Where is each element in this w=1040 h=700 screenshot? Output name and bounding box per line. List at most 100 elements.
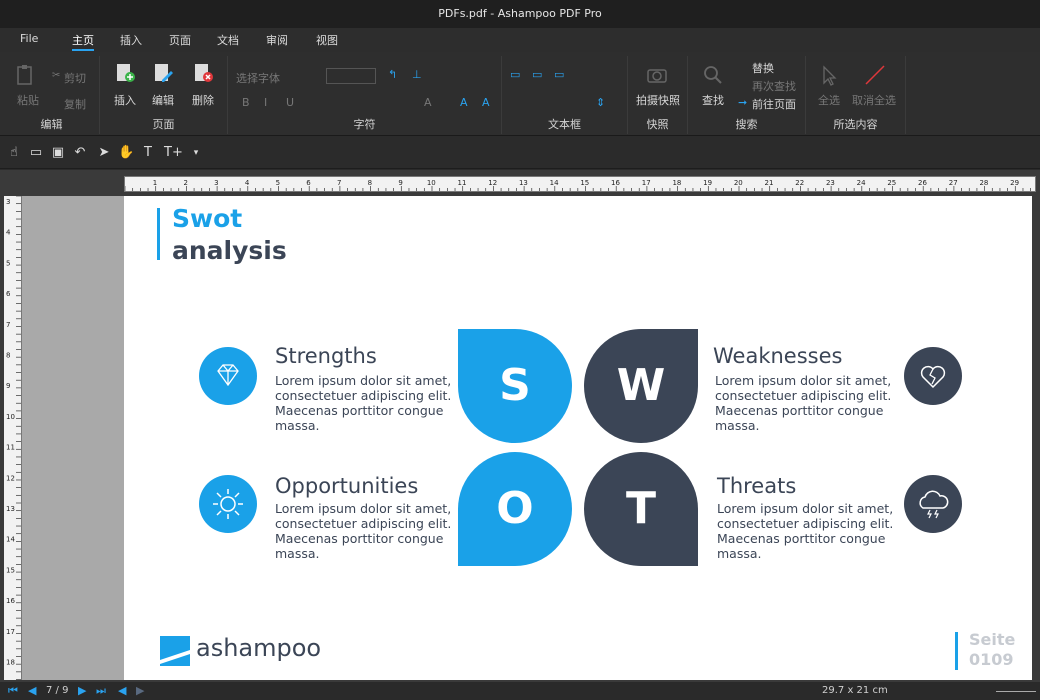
last-page-icon[interactable]: ⏭ (96, 684, 106, 698)
horizontal-ruler: 1 2 3 4 5 6 7 8 9 10 11 12 13 14 15 16 17 18 19 20 21 22 23 24 2… (124, 176, 1036, 192)
ruler-label: 14 (6, 536, 15, 544)
italic-icon[interactable]: I (264, 96, 267, 109)
swot-petal-o: O (458, 452, 572, 566)
ruler-label: 7 (337, 179, 341, 187)
goto-page-button[interactable]: 前往页面 (752, 96, 796, 112)
group-textbox: ▭ ▭ ▭ ⇕ 文本框 (502, 56, 628, 134)
find-button[interactable]: 查找 (702, 92, 724, 108)
insert-page-icon (117, 64, 135, 82)
superscript-icon[interactable]: A (460, 96, 468, 109)
hand-pointer-icon[interactable]: ☝ (6, 145, 22, 161)
weaknesses-title: Weaknesses (713, 344, 843, 368)
vertical-align-icon[interactable]: ⇕ (596, 96, 605, 109)
menu-view[interactable]: 视图 (316, 32, 338, 48)
back-icon[interactable]: ◀ (118, 684, 126, 697)
more-tools-icon[interactable]: ▾ (188, 145, 204, 161)
ruler-label: 24 (857, 179, 866, 187)
delete-page-icon (195, 64, 213, 82)
title-accent-bar (157, 208, 160, 260)
pdf-page[interactable]: Swot analysis Strengths Lorem ipsum dolo… (124, 196, 1032, 680)
swot-petal-t: T (584, 452, 698, 566)
edit-button[interactable]: 编辑 (152, 92, 174, 108)
font-size-input[interactable] (326, 68, 376, 84)
next-page-icon[interactable]: ▶ (78, 684, 86, 697)
ruler-label: 13 (519, 179, 528, 187)
ruler-label: 23 (826, 179, 835, 187)
ruler-label: 11 (6, 444, 15, 452)
add-text-icon[interactable]: T+ (164, 145, 183, 161)
find-next-button[interactable]: 再次查找 (752, 78, 796, 94)
replace-button[interactable]: 替换 (752, 60, 774, 76)
edit-page-icon (155, 64, 173, 82)
pan-hand-icon[interactable]: ✋ (118, 145, 134, 161)
ruler-label: 18 (6, 659, 15, 667)
ruler-label: 4 (245, 179, 250, 187)
ruler-label: 12 (6, 474, 15, 482)
search-icon (704, 66, 722, 84)
menu-page[interactable]: 页面 (169, 32, 191, 48)
menu-document[interactable]: 文档 (217, 32, 239, 48)
ruler-label: 13 (6, 505, 15, 513)
group-textbox-title: 文本框 (548, 118, 581, 131)
ruler-label: 28 (979, 179, 988, 187)
ruler-label: 4 (6, 229, 11, 237)
copy-button[interactable]: 复制 (64, 96, 86, 112)
threats-text: Lorem ipsum dolor sit amet, consectetuer… (717, 501, 894, 561)
cut-button[interactable]: 剪切 (64, 70, 86, 86)
menu-insert[interactable]: 插入 (120, 32, 142, 48)
align-center-icon[interactable]: ▭ (532, 68, 542, 81)
ashampoo-logo-text: ashampoo (196, 634, 322, 662)
menu-file[interactable]: File (20, 32, 38, 45)
select-all-icon (823, 65, 837, 86)
horizontal-ruler-marks: 1 2 3 4 5 6 7 8 9 10 11 12 13 14 15 16 17 18 19 20 21 22 23 24 2… (125, 179, 1032, 191)
first-page-icon[interactable]: ⏮ (8, 684, 18, 698)
align-right-icon[interactable]: ▭ (554, 68, 564, 81)
text-tool-icon[interactable]: T (140, 145, 156, 161)
ruler-label: 27 (949, 179, 958, 187)
slide-title-line1: Swot (172, 204, 243, 233)
quick-toolbar: ☝ ▭ ▣ ↶ ➤ ✋ T T+ ▾ (0, 137, 1040, 169)
group-search-title: 搜索 (735, 118, 758, 131)
subscript-icon[interactable]: A (482, 96, 490, 109)
ruler-label: 26 (918, 179, 927, 187)
camera-icon (647, 69, 667, 83)
snapshot-button[interactable]: 拍摄快照 (636, 92, 680, 108)
select-arrow-icon[interactable]: ➤ (96, 145, 112, 161)
page-number: 0109 (969, 650, 1014, 669)
ruler-label: 2 (183, 179, 187, 187)
select-all-button[interactable]: 全选 (818, 92, 840, 108)
opportunities-text: Lorem ipsum dolor sit amet, consectetuer… (275, 501, 452, 561)
status-bar: ⏮ ◀ 7 / 9 ▶ ⏭ ◀ ▶ 29.7 x 21 cm (0, 682, 1040, 700)
ruler-label: 11 (458, 179, 467, 187)
delete-button[interactable]: 删除 (192, 92, 214, 108)
menu-review[interactable]: 审阅 (266, 32, 288, 48)
paste-button[interactable]: 粘贴 (17, 92, 39, 108)
forward-icon[interactable]: ▶ (136, 684, 144, 697)
threats-title: Threats (717, 474, 797, 498)
deselect-all-icon (865, 65, 885, 85)
page-size: 29.7 x 21 cm (822, 685, 888, 696)
indent-icon[interactable]: ⊥ (412, 68, 422, 81)
group-page-title: 页面 (152, 118, 175, 131)
align-left-icon[interactable]: ▭ (510, 68, 520, 81)
prev-page-icon[interactable]: ◀ (28, 684, 36, 697)
insert-button[interactable]: 插入 (114, 92, 136, 108)
vertical-ruler-marks: 3 4 5 6 7 8 9 10 11 12 13 14 15 16 17 18 (6, 196, 21, 680)
menu-home[interactable]: 主页 (72, 32, 94, 51)
deselect-all-button[interactable]: 取消全选 (852, 92, 896, 108)
underline-icon[interactable]: U (286, 96, 294, 109)
text-color-icon[interactable]: A (424, 96, 432, 109)
ruler-label: 7 (6, 321, 10, 329)
save-icon[interactable]: ▣ (50, 145, 66, 161)
bold-icon[interactable]: B (242, 96, 250, 109)
group-selection: 全选 取消全选 所选内容 (806, 56, 906, 134)
font-select[interactable]: 选择字体 (236, 70, 280, 86)
ruler-label: 9 (6, 382, 10, 390)
ruler-label: 10 (427, 179, 436, 187)
open-folder-icon[interactable]: ▭ (28, 145, 44, 161)
zoom-slider[interactable] (996, 691, 1036, 692)
line-spacing-icon[interactable]: ↰ (388, 68, 397, 81)
undo-icon[interactable]: ↶ (72, 145, 88, 161)
ruler-label: 16 (611, 179, 620, 187)
ashampoo-logo-mark (160, 636, 190, 666)
